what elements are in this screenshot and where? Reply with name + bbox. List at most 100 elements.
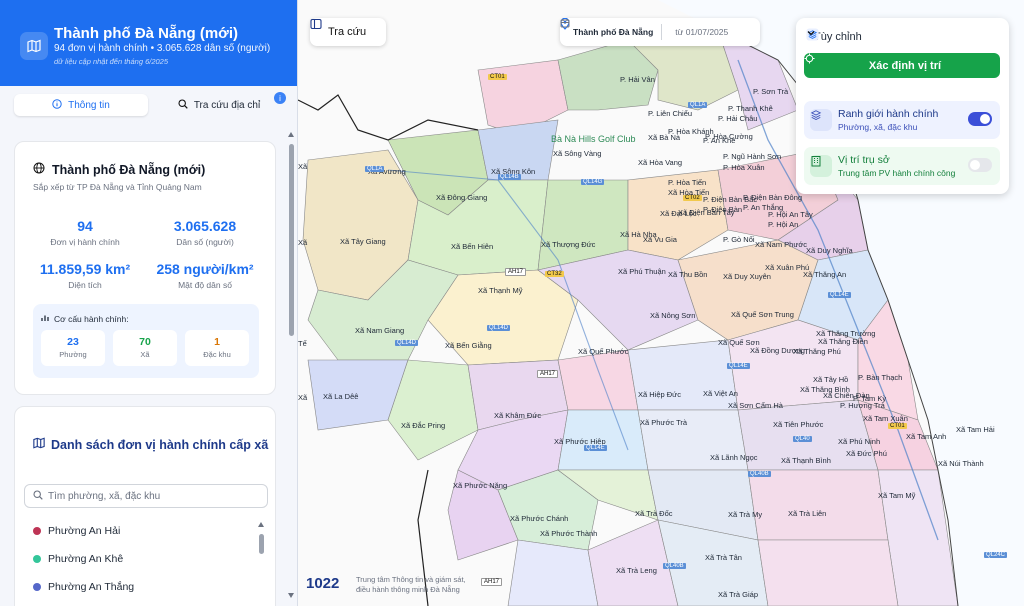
customize-panel-header[interactable]: Tùy chỉnh (806, 28, 1000, 46)
info-icon (52, 98, 62, 112)
place-label: Xã Đức Phú (846, 449, 887, 458)
road-label: QL1A (365, 166, 385, 172)
customize-panel: Tùy chỉnh Xác định vị trí Ranh giới hành… (796, 18, 1009, 194)
info-card-subtitle: Sắp xếp từ TP Đà Nẵng và Tỉnh Quảng Nam (33, 182, 202, 192)
lookup-button-label: Tra cứu (328, 26, 367, 38)
sidebar-scrollbar[interactable] (287, 130, 295, 600)
road-label: QL24C (984, 552, 1008, 558)
edge-label: Tế (298, 339, 307, 348)
city-date-pill[interactable]: Thành phố Đà Nẵng từ 01/07/2025 (560, 18, 760, 46)
place-label: Xã Nam Phước (755, 240, 808, 249)
road-label: QL14D (395, 340, 419, 346)
place-label: Xã Tam Anh (906, 432, 947, 441)
scroll-up-icon[interactable] (258, 522, 264, 527)
lookup-button[interactable]: Tra cứu (310, 18, 386, 46)
place-label: P. Gò Nổi (723, 235, 755, 244)
stat-value: 11.859,59 km² (39, 261, 131, 277)
place-label: Xã Trà Tân (705, 553, 742, 562)
scroll-thumb[interactable] (259, 534, 264, 554)
locate-button[interactable]: Xác định vị trí (804, 53, 1000, 78)
map-credit: Trung tâm Thông tin và giám sát, điều hà… (356, 575, 466, 595)
toggle-knob (970, 160, 980, 170)
admin-structure: Cơ cấu hành chính: 23 Phường 70 Xã 1 Đặc… (33, 304, 259, 378)
scroll-up-icon[interactable] (288, 132, 294, 137)
toggle-admin-boundaries[interactable] (968, 112, 992, 126)
date-selector[interactable]: từ 01/07/2025 (560, 18, 736, 46)
ward-name: Phường An Khê (48, 553, 124, 565)
commune-list-card: Danh sách đơn vị hành chính cấp xã Phườn… (14, 406, 276, 606)
place-label: Xã Quế Phước (578, 347, 629, 356)
scroll-down-icon[interactable] (288, 593, 294, 598)
structure-label: Phường (59, 350, 87, 359)
list-item[interactable]: Phường An Hải (33, 525, 120, 537)
admin-structure-title: Cơ cấu hành chính: (41, 314, 129, 324)
city-selector-label: Thành phố Đà Nẵng (573, 27, 654, 37)
stat-area: 11.859,59 km² Diện tích (25, 261, 145, 290)
toggle-knob (980, 114, 990, 124)
stat-value: 94 (77, 218, 93, 234)
place-label: P. Liên Chiểu (648, 109, 693, 118)
info-card-title: Thành phố Đà Nẵng (mới) (33, 162, 205, 177)
list-item[interactable]: Phường An Thắng (33, 581, 134, 593)
layer-subtitle: Phường, xã, đặc khu (838, 122, 918, 132)
place-label: P. Bàn Thạch (858, 373, 903, 382)
place-label: Xã Phước Chánh (510, 514, 569, 523)
locate-button-label: Xác định vị trí (868, 59, 942, 72)
city-summary: 94 đơn vị hành chính • 3.065.628 dân số … (54, 43, 271, 54)
place-label: Xã Trà Liên (788, 509, 827, 518)
place-label: Xã Tây Giang (340, 237, 386, 246)
edge-label: Xã (298, 393, 308, 402)
place-label: Xã Vu Gia (643, 235, 677, 244)
structure-label: Xã (140, 350, 150, 359)
golf-club-poi[interactable]: Bà Nà Hills Golf Club (551, 134, 636, 144)
bar-chart-icon (41, 314, 49, 324)
road-label: AH17 (505, 268, 527, 276)
place-label: Xã Tam Mỹ (878, 491, 916, 500)
commune-search[interactable] (24, 484, 268, 508)
structure-wards: 23 Phường (41, 330, 105, 366)
building-icon (810, 155, 832, 177)
place-label: Xã Hòa Vang (638, 158, 683, 167)
info-badge-icon[interactable]: i (274, 92, 286, 104)
place-label: Xã Duy Nghĩa (806, 246, 853, 255)
place-label: Xã Thăng Điền (818, 337, 868, 346)
sidebar-tabs: Thông tin Tra cứu địa chỉ i (14, 92, 286, 116)
place-label: Xã Khâm Đức (494, 411, 542, 420)
place-label: P. Ngũ Hành Sơn (723, 152, 782, 161)
scroll-thumb[interactable] (289, 144, 294, 336)
stat-label: Dân số (người) (176, 237, 234, 247)
place-label: P. Điện Bàn (703, 205, 743, 214)
place-label: Xã Thượng Đức (541, 240, 596, 249)
place-label: P. Hòa Cường (705, 132, 753, 141)
search-icon (178, 98, 188, 112)
place-label: Xã Phú Ninh (838, 437, 881, 446)
place-label: P. Hải Vân (620, 75, 655, 84)
city-info-card: Thành phố Đà Nẵng (mới) Sắp xếp từ TP Đà… (14, 141, 276, 395)
place-label: Xã Bến Giằng (445, 341, 492, 350)
list-scrollbar[interactable] (258, 520, 264, 606)
stat-value: 258 người/km² (156, 261, 254, 277)
globe-icon (33, 162, 45, 177)
place-label: Xã Phú Thuận (618, 267, 666, 276)
structure-count: 23 (67, 336, 79, 348)
road-label: CT02 (683, 195, 702, 201)
road-label: QL14B (498, 174, 521, 180)
place-label: P. Hải Châu (718, 114, 758, 123)
stat-population: 3.065.628 Dân số (người) (145, 218, 265, 247)
place-label: Xã La Dêê (323, 392, 359, 401)
tab-info[interactable]: Thông tin (14, 94, 148, 116)
layer-admin-boundaries[interactable]: Ranh giới hành chính Phường, xã, đặc khu (804, 101, 1000, 139)
place-label: Xã Sơn Cẩm Hà (728, 401, 783, 410)
toggle-office-locations[interactable] (968, 158, 992, 172)
tab-address-lookup[interactable]: Tra cứu địa chỉ (152, 94, 286, 116)
road-label: QL14E (584, 445, 607, 451)
road-label: QL40B (663, 563, 686, 569)
structure-count: 1 (214, 336, 220, 348)
city-title: Thành phố Đà Nẵng (mới) (54, 25, 238, 42)
layer-office-locations[interactable]: Vị trí trụ sở Trung tâm PV hành chính cô… (804, 147, 1000, 185)
map-view[interactable]: P. Hải Vân P. Sơn Trà P. Liên Chiểu P. T… (298, 0, 1024, 606)
commune-search-input[interactable] (48, 490, 248, 502)
city-selector[interactable]: Thành phố Đà Nẵng (560, 18, 661, 46)
place-label: Xã Đông Giang (436, 193, 488, 202)
list-item[interactable]: Phường An Khê (33, 553, 123, 565)
